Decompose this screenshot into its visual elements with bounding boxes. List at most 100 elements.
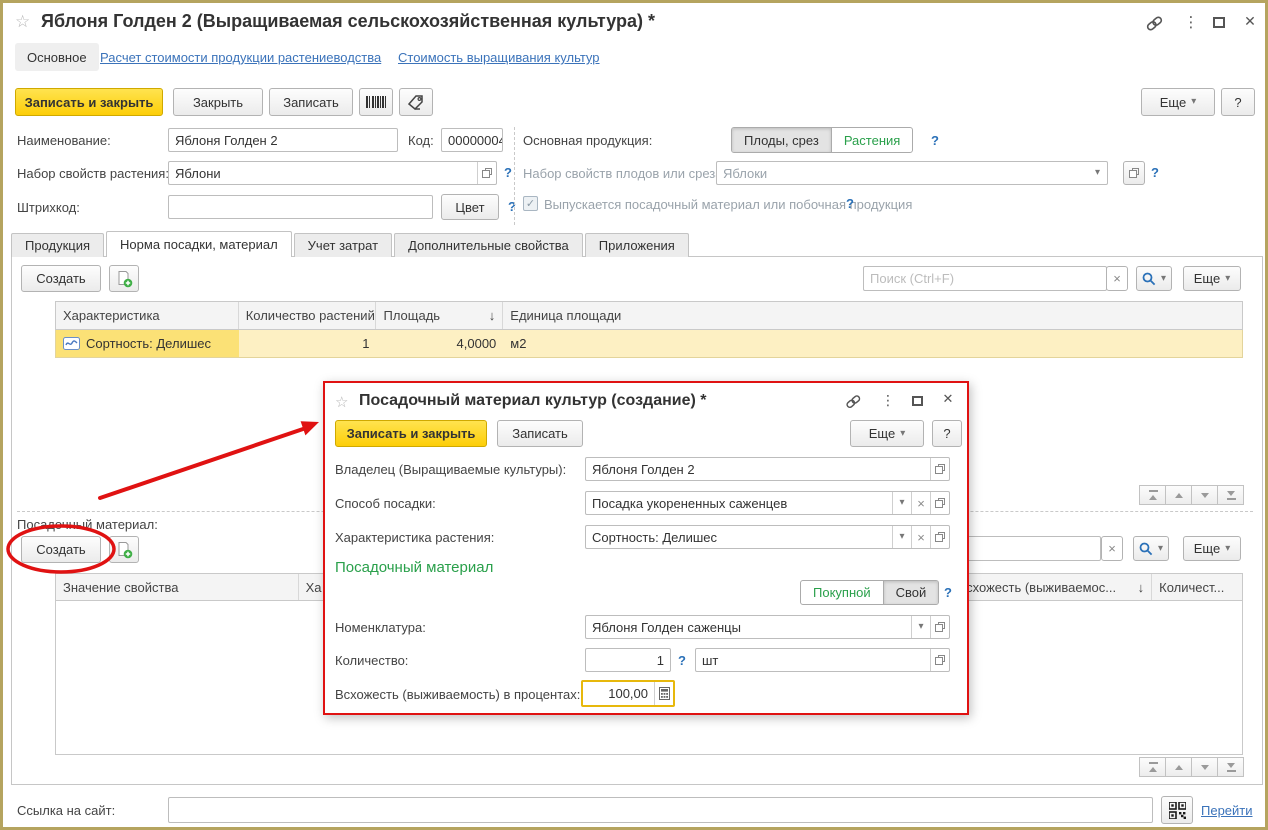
- unit-field[interactable]: шт: [695, 648, 950, 672]
- create-planting-material-button[interactable]: Создать: [21, 536, 101, 563]
- toggle-option-own[interactable]: Свой: [883, 581, 939, 604]
- main-product-help-icon[interactable]: ?: [931, 133, 939, 148]
- chevron-down-icon[interactable]: ▾: [892, 526, 911, 548]
- site-link-field[interactable]: [168, 797, 1153, 823]
- favorite-star-icon[interactable]: ☆: [15, 12, 30, 32]
- column-header-area[interactable]: Площадь↓: [376, 302, 503, 329]
- chevron-down-icon[interactable]: ▾: [1088, 162, 1107, 184]
- nomenclature-field[interactable]: Яблоня Голден саженцы ▾: [585, 615, 950, 639]
- get-link-icon[interactable]: [1143, 13, 1165, 33]
- go-previous-row-button[interactable]: [1165, 485, 1192, 505]
- go-next-row-button[interactable]: [1191, 757, 1218, 777]
- price-tag-icon[interactable]: [399, 88, 433, 116]
- nav-tab-main[interactable]: Основное: [15, 43, 99, 71]
- search-icon[interactable]: ▾: [1133, 536, 1169, 561]
- release-material-checkbox[interactable]: ✓: [523, 196, 538, 211]
- maximize-icon[interactable]: [1211, 14, 1227, 30]
- release-material-help-icon[interactable]: ?: [846, 196, 854, 211]
- close-button[interactable]: Закрыть: [173, 88, 263, 116]
- toggle-option-fruits[interactable]: Плоды, срез: [732, 128, 831, 152]
- more-button[interactable]: Еще▾: [1141, 88, 1215, 116]
- close-icon[interactable]: ✕: [940, 390, 956, 408]
- open-icon[interactable]: [1123, 161, 1145, 185]
- go-to-site-link[interactable]: Перейти: [1201, 803, 1253, 818]
- tab-cost-accounting[interactable]: Учет затрат: [294, 233, 392, 257]
- save-button[interactable]: Записать: [269, 88, 353, 116]
- code-field[interactable]: 000000047: [441, 128, 503, 152]
- plant-characteristic-field[interactable]: Сортность: Делишес ▾ ×: [585, 525, 950, 549]
- material-source-help-icon[interactable]: ?: [944, 585, 952, 600]
- go-first-row-button[interactable]: [1139, 485, 1166, 505]
- column-header-germination[interactable]: Всхожесть (выживаемос...↓: [950, 574, 1152, 600]
- clear-search-icon[interactable]: ×: [1106, 266, 1128, 291]
- go-last-row-button[interactable]: [1217, 757, 1244, 777]
- qr-code-icon[interactable]: [1161, 796, 1193, 824]
- create-characteristic-button[interactable]: Создать: [21, 265, 101, 292]
- open-icon[interactable]: [930, 526, 949, 548]
- open-icon[interactable]: [930, 616, 949, 638]
- plant-props-field[interactable]: Яблони: [168, 161, 497, 185]
- dialog-save-button[interactable]: Записать: [497, 420, 583, 447]
- help-button[interactable]: ?: [1221, 88, 1255, 116]
- quantity-field[interactable]: 1: [585, 648, 671, 672]
- fruit-props-field[interactable]: Яблоки ▾: [716, 161, 1108, 185]
- dialog-save-and-close-button[interactable]: Записать и закрыть: [335, 420, 487, 447]
- cell-area[interactable]: 4,0000: [376, 330, 503, 357]
- material-more-button[interactable]: Еще▾: [1183, 536, 1241, 561]
- name-field[interactable]: Яблоня Голден 2: [168, 128, 398, 152]
- planting-method-field[interactable]: Посадка укорененных саженцев ▾ ×: [585, 491, 950, 515]
- clear-field-icon[interactable]: ×: [911, 492, 930, 514]
- open-icon[interactable]: [930, 649, 949, 671]
- get-link-icon[interactable]: [843, 392, 863, 410]
- barcode-icon[interactable]: [359, 88, 393, 116]
- go-previous-row-button[interactable]: [1165, 757, 1192, 777]
- nav-link-growing-cost[interactable]: Стоимость выращивания культур: [398, 50, 600, 65]
- plant-props-help-icon[interactable]: ?: [504, 165, 512, 180]
- quantity-help-icon[interactable]: ?: [678, 653, 686, 668]
- table-more-button[interactable]: Еще▾: [1183, 266, 1241, 291]
- cell-characteristic[interactable]: Сортность: Делишес: [56, 330, 239, 357]
- search-input[interactable]: [863, 266, 1107, 291]
- clear-search-icon[interactable]: ×: [1101, 536, 1123, 561]
- cell-quantity[interactable]: 1: [239, 330, 377, 357]
- chevron-down-icon[interactable]: ▾: [911, 616, 930, 638]
- chevron-down-icon[interactable]: ▾: [892, 492, 911, 514]
- nav-link-crop-cost-calc[interactable]: Расчет стоимости продукции растениеводст…: [100, 50, 381, 65]
- toggle-option-purchased[interactable]: Покупной: [801, 581, 883, 604]
- dialog-more-button[interactable]: Еще▾: [850, 420, 924, 447]
- open-icon[interactable]: [930, 458, 949, 480]
- tab-production[interactable]: Продукция: [11, 233, 104, 257]
- favorite-star-icon[interactable]: ☆: [335, 393, 348, 411]
- go-last-row-button[interactable]: [1217, 485, 1244, 505]
- toggle-option-plants[interactable]: Растения: [831, 128, 913, 152]
- go-first-row-button[interactable]: [1139, 757, 1166, 777]
- window-menu-icon[interactable]: ⋮: [881, 390, 895, 410]
- cell-area-unit[interactable]: м2: [503, 330, 1242, 357]
- table-row[interactable]: Сортность: Делишес 1 4,0000 м2: [55, 330, 1243, 358]
- color-button[interactable]: Цвет: [441, 194, 499, 220]
- save-and-close-button[interactable]: Записать и закрыть: [15, 88, 163, 116]
- create-by-copy-icon[interactable]: [109, 265, 139, 292]
- column-header-property-value[interactable]: Значение свойства: [56, 574, 299, 600]
- calculator-icon[interactable]: [654, 682, 673, 705]
- maximize-icon[interactable]: [910, 393, 925, 408]
- clear-field-icon[interactable]: ×: [911, 526, 930, 548]
- window-menu-icon[interactable]: ⋮: [1183, 11, 1199, 33]
- create-by-copy-icon[interactable]: [109, 536, 139, 563]
- column-header-characteristic[interactable]: Характеристика: [56, 302, 239, 329]
- tab-additional-props[interactable]: Дополнительные свойства: [394, 233, 583, 257]
- tab-planting-norm[interactable]: Норма посадки, материал: [106, 231, 292, 257]
- search-icon[interactable]: ▾: [1136, 266, 1172, 291]
- tab-attachments[interactable]: Приложения: [585, 233, 689, 257]
- column-header-quantity[interactable]: Количест...: [1152, 574, 1242, 600]
- owner-field[interactable]: Яблоня Голден 2: [585, 457, 950, 481]
- dialog-help-button[interactable]: ?: [932, 420, 962, 447]
- fruit-props-help-icon[interactable]: ?: [1151, 165, 1159, 180]
- close-icon[interactable]: ✕: [1241, 11, 1259, 31]
- column-header-quantity[interactable]: Количество растений: [239, 302, 377, 329]
- open-icon[interactable]: [930, 492, 949, 514]
- column-header-area-unit[interactable]: Единица площади: [503, 302, 1242, 329]
- go-next-row-button[interactable]: [1191, 485, 1218, 505]
- open-icon[interactable]: [477, 162, 496, 184]
- germination-field[interactable]: 100,00: [581, 680, 675, 707]
